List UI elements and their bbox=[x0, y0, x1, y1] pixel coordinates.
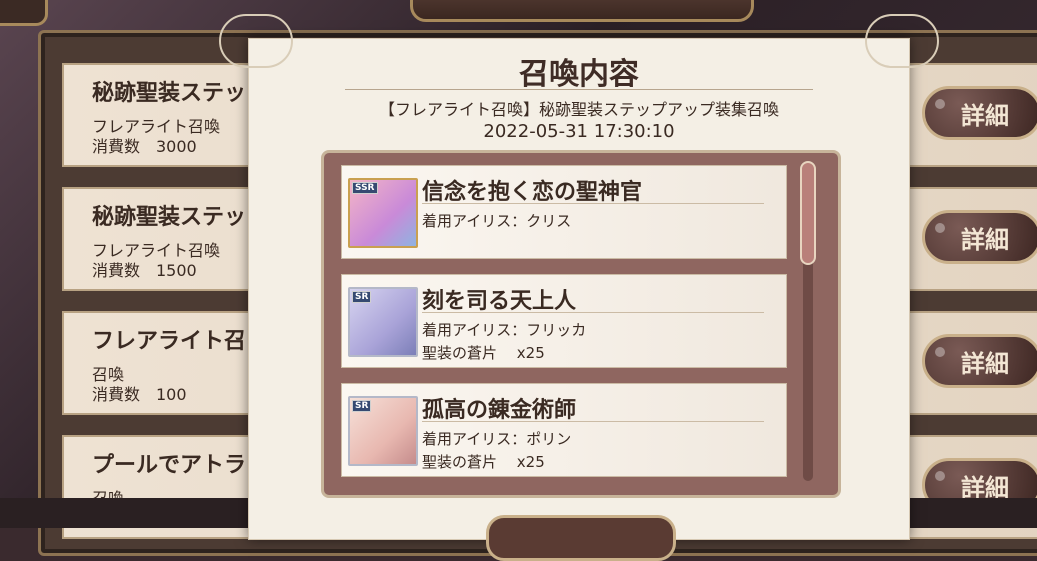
shine-icon bbox=[935, 471, 945, 481]
result-item[interactable]: SSR 信念を抱く恋の聖神官 着用アイリス：クリス bbox=[341, 165, 787, 259]
history-row-title: 秘跡聖装ステッ bbox=[92, 205, 247, 230]
back-button[interactable] bbox=[0, 0, 48, 26]
history-row-cost: 消費数 1500 bbox=[92, 261, 197, 280]
result-item[interactable]: SR 孤高の錬金術師 着用アイリス：ポリン 聖装の蒼片 x25 bbox=[341, 383, 787, 477]
shine-icon bbox=[935, 223, 945, 233]
detail-button[interactable]: 詳細 bbox=[922, 210, 1037, 264]
history-row-title: プールでアトラ bbox=[92, 453, 247, 478]
rarity-badge: SR bbox=[352, 291, 372, 303]
detail-button-label: 詳細 bbox=[961, 349, 1009, 378]
divider bbox=[422, 421, 764, 422]
history-row-cost: 消費数 3000 bbox=[92, 137, 197, 156]
summon-date: 2022-05-31 17:30:10 bbox=[483, 121, 675, 142]
rarity-badge: SR bbox=[352, 400, 372, 412]
divider bbox=[422, 203, 764, 204]
history-row-title: フレアライト召 bbox=[92, 329, 247, 354]
item-wearer: 着用アイリス：ポリン bbox=[422, 430, 572, 448]
divider bbox=[422, 312, 764, 313]
result-item[interactable]: SR 刻を司る天上人 着用アイリス：フリッカ 聖装の蒼片 x25 bbox=[341, 274, 787, 368]
detail-button-label: 詳細 bbox=[961, 101, 1009, 130]
top-header-button[interactable] bbox=[410, 0, 754, 22]
summon-detail-modal: 召喚内容 【フレアライト召喚】秘跡聖装ステップアップ装集召喚 2022-05-3… bbox=[219, 14, 939, 540]
modal-title: 召喚内容 bbox=[519, 57, 639, 92]
item-name: 信念を抱く恋の聖神官 bbox=[422, 180, 643, 205]
shine-icon bbox=[935, 99, 945, 109]
divider bbox=[345, 89, 813, 90]
item-name: 孤高の錬金術師 bbox=[422, 398, 577, 423]
rarity-badge: SSR bbox=[352, 182, 378, 194]
detail-button[interactable]: 詳細 bbox=[922, 86, 1037, 140]
result-list[interactable]: SSR 信念を抱く恋の聖神官 着用アイリス：クリス SR 刻を司る天上人 着用ア… bbox=[321, 150, 841, 498]
item-wearer: 着用アイリス：フリッカ bbox=[422, 321, 587, 339]
character-portrait-icon: SR bbox=[348, 396, 418, 466]
scrollbar-thumb[interactable] bbox=[800, 161, 816, 265]
history-row-cost: 消費数 100 bbox=[92, 385, 187, 404]
item-name: 刻を司る天上人 bbox=[422, 289, 577, 314]
character-portrait-icon: SR bbox=[348, 287, 418, 357]
shine-icon bbox=[935, 347, 945, 357]
history-row-title: 秘跡聖装ステッ bbox=[92, 81, 247, 106]
item-wearer: 着用アイリス：クリス bbox=[422, 212, 572, 230]
close-button[interactable] bbox=[486, 515, 676, 561]
item-reward: 聖装の蒼片 x25 bbox=[422, 344, 545, 362]
detail-button[interactable]: 詳細 bbox=[922, 334, 1037, 388]
detail-button-label: 詳細 bbox=[961, 225, 1009, 254]
character-portrait-icon: SSR bbox=[348, 178, 418, 248]
gacha-name: 【フレアライト召喚】秘跡聖装ステップアップ装集召喚 bbox=[378, 100, 779, 119]
item-reward: 聖装の蒼片 x25 bbox=[422, 453, 545, 471]
